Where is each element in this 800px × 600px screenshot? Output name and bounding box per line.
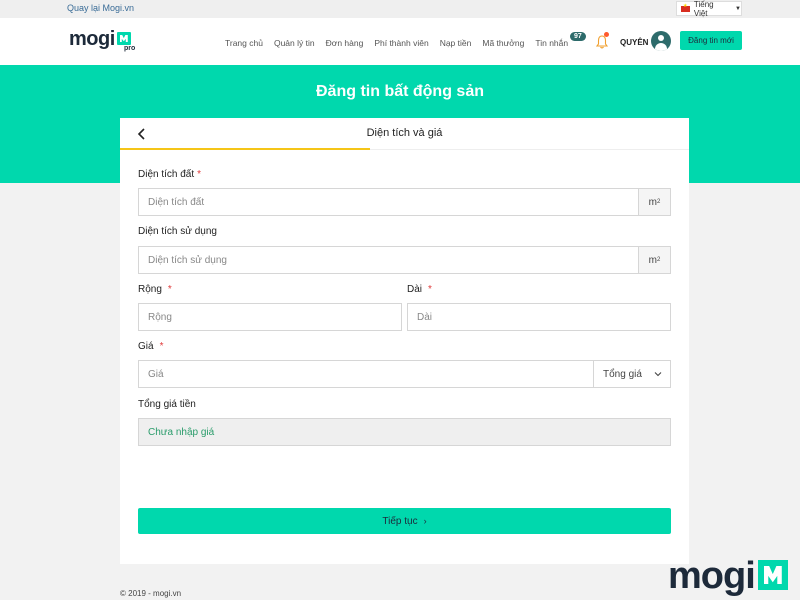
price-type-value: Tổng giá xyxy=(603,368,642,380)
caret-down-icon: ▼ xyxy=(735,5,741,12)
language-label: Tiếng Việt xyxy=(693,0,714,18)
nav-manage-posts[interactable]: Quản lý tin xyxy=(274,38,315,48)
length-label: Dài * xyxy=(407,284,432,295)
price-label-text: Giá xyxy=(138,341,154,352)
new-post-button[interactable]: Đăng tin mới xyxy=(680,31,742,50)
width-label-text: Rộng xyxy=(138,284,162,295)
unit-text: m xyxy=(648,254,657,266)
step-title: Diện tích và giá xyxy=(366,127,443,139)
watermark-text: mogi xyxy=(668,555,756,597)
user-name[interactable]: QUYÊN xyxy=(620,38,648,47)
land-area-label-text: Diện tích đất xyxy=(138,169,195,180)
bell-icon[interactable] xyxy=(596,35,608,49)
unit-sup: 2 xyxy=(657,199,661,205)
required-mark: * xyxy=(167,284,172,295)
step-progress-bar xyxy=(120,148,371,150)
mogi-watermark: mogi xyxy=(668,556,788,596)
language-selector[interactable]: Tiếng Việt ▼ xyxy=(676,0,742,18)
vietnam-flag-icon xyxy=(681,3,690,12)
form-card: Diện tích và giá Diện tích đất * Diện tíc… xyxy=(120,118,689,564)
page-title: Đăng tin bất động sản xyxy=(316,83,484,100)
price-label: Giá * xyxy=(138,341,163,352)
continue-label: Tiếp tục xyxy=(382,515,418,527)
top-bar: Quay lại Mogi.vn Tiếng Việt ▼ xyxy=(0,0,800,18)
price-input[interactable]: Giá xyxy=(138,360,594,388)
land-area-unit: m2 xyxy=(638,188,671,216)
back-to-mogi-link[interactable]: Quay lại Mogi.vn xyxy=(67,3,134,13)
nav-top-up[interactable]: Nạp tiền xyxy=(440,38,472,48)
used-area-unit: m2 xyxy=(638,246,671,274)
required-mark: * xyxy=(159,341,164,352)
chevron-down-icon xyxy=(654,372,662,377)
price-type-select[interactable]: Tổng giá xyxy=(593,360,671,388)
card-header: Diện tích và giá xyxy=(120,118,689,150)
unit-sup: 2 xyxy=(657,257,661,263)
used-area-input[interactable]: Diện tích sử dụng xyxy=(138,246,639,274)
footer-copyright: © 2019 - mogi.vn xyxy=(120,589,182,598)
nav-home[interactable]: Trang chủ xyxy=(225,38,263,48)
logo-text: mogi xyxy=(69,28,115,50)
width-label: Rộng * xyxy=(138,284,172,295)
required-mark: * xyxy=(428,284,432,295)
used-area-label: Diện tích sử dụng xyxy=(138,226,217,237)
required-mark: * xyxy=(197,169,202,180)
length-label-text: Dài xyxy=(407,284,423,295)
header: mogi pro Trang chủ Quản lý tin Đơn hàng … xyxy=(0,18,800,65)
logo[interactable]: mogi xyxy=(69,29,131,49)
logo-mark-icon xyxy=(116,32,131,45)
width-input[interactable]: Rộng xyxy=(138,303,402,331)
nav-membership[interactable]: Phí thành viên xyxy=(374,38,428,48)
nav-messages[interactable]: Tin nhắn xyxy=(535,38,568,48)
nav-vouchers[interactable]: Mã thưởng xyxy=(482,38,524,48)
continue-button[interactable]: Tiếp tục › xyxy=(138,508,671,534)
notification-dot xyxy=(604,32,609,37)
watermark-logo-icon xyxy=(757,560,788,590)
total-price-display: Chưa nhập giá xyxy=(138,418,671,446)
land-area-input[interactable]: Diện tích đất xyxy=(138,188,639,216)
user-avatar-icon[interactable] xyxy=(651,31,671,51)
logo-pro-label: pro xyxy=(124,45,136,52)
main-nav: Trang chủ Quản lý tin Đơn hàng Phí thành… xyxy=(225,38,579,48)
nav-orders[interactable]: Đơn hàng xyxy=(326,38,364,48)
land-area-label: Diện tích đất * xyxy=(138,169,201,180)
message-count-badge: 97 xyxy=(570,32,586,41)
unit-text: m xyxy=(648,196,657,208)
chevron-right-icon: › xyxy=(423,516,427,526)
total-price-label: Tổng giá tiền xyxy=(138,399,196,410)
length-input[interactable]: Dài xyxy=(407,303,671,331)
